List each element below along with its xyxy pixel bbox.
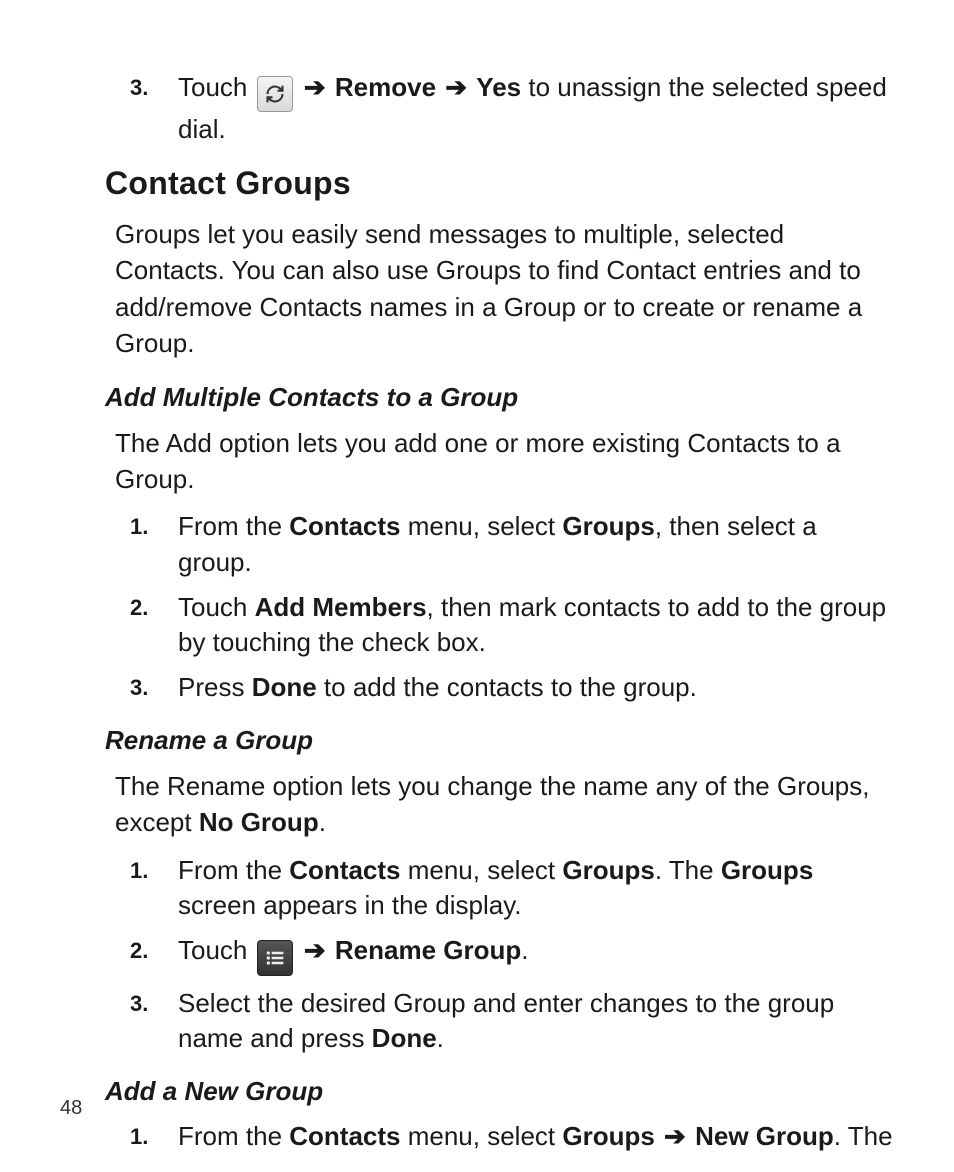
menu-list-icon [257, 940, 293, 976]
step-text: From the Contacts menu, select Groups. T… [178, 853, 894, 923]
arrow-icon: ➔ [304, 70, 326, 105]
manual-page: 3. Touch ➔ Remove ➔ Yes to unassign the … [0, 0, 954, 1154]
arrow-icon: ➔ [304, 933, 326, 968]
subsection-heading: Add Multiple Contacts to a Group [105, 382, 894, 413]
step-text: Touch ➔ Rename Group. [178, 933, 894, 976]
list-item: 1. From the Contacts menu, select Groups… [130, 1119, 894, 1154]
step-number: 3. [130, 986, 178, 1019]
step-number: 1. [130, 1119, 178, 1152]
step-text: Touch Add Members, then mark contacts to… [178, 590, 894, 660]
step-number: 3. [130, 670, 178, 703]
list-item: 3. Select the desired Group and enter ch… [130, 986, 894, 1056]
list-item: 1. From the Contacts menu, select Groups… [130, 853, 894, 923]
list-item: 1. From the Contacts menu, select Groups… [130, 509, 894, 579]
step-number: 1. [130, 853, 178, 886]
subsection-intro: The Add option lets you add one or more … [115, 425, 894, 498]
step-number: 1. [130, 509, 178, 542]
section-heading: Contact Groups [105, 165, 894, 202]
section-intro: Groups let you easily send messages to m… [115, 216, 894, 362]
step-text: Press Done to add the contacts to the gr… [178, 670, 894, 705]
arrow-icon: ➔ [445, 70, 467, 105]
subsection-intro: The Rename option lets you change the na… [115, 768, 894, 841]
page-number: 48 [60, 1097, 82, 1120]
arrow-icon: ➔ [664, 1119, 686, 1154]
step-number: 2. [130, 590, 178, 623]
step-text: From the Contacts menu, select Groups ➔ … [178, 1119, 894, 1154]
step-number: 3. [130, 70, 178, 103]
step-number: 2. [130, 933, 178, 966]
refresh-icon [257, 76, 293, 112]
step-text: Touch ➔ Remove ➔ Yes to unassign the sel… [178, 70, 894, 147]
step-text: From the Contacts menu, select Groups, t… [178, 509, 894, 579]
list-item: 3. Touch ➔ Remove ➔ Yes to unassign the … [130, 70, 894, 147]
list-item: 3. Press Done to add the contacts to the… [130, 670, 894, 705]
step-text: Select the desired Group and enter chang… [178, 986, 894, 1056]
list-item: 2. Touch ➔ Rename Group. [130, 933, 894, 976]
subsection-heading: Rename a Group [105, 725, 894, 756]
list-item: 2. Touch Add Members, then mark contacts… [130, 590, 894, 660]
subsection-heading: Add a New Group [105, 1076, 894, 1107]
